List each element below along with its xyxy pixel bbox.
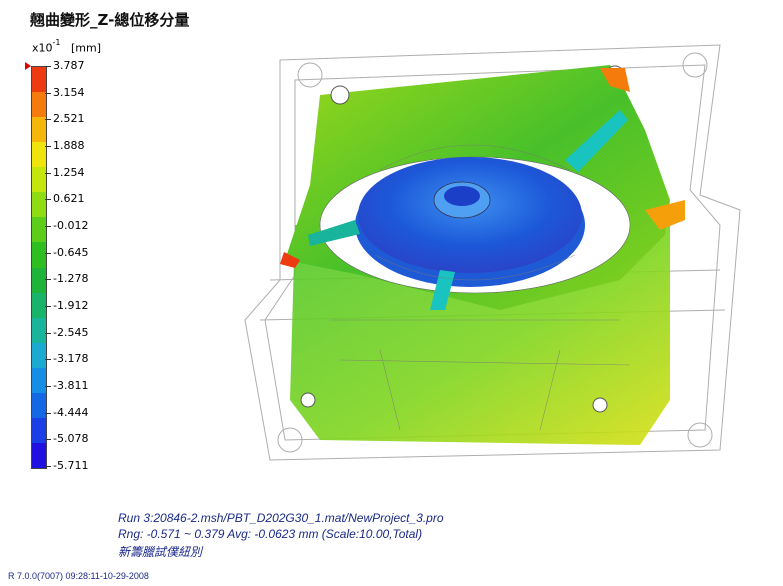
legend-color-band	[32, 167, 46, 193]
legend-color-band	[32, 117, 46, 143]
group-info-line: 新籌臘試僕紐別	[118, 545, 203, 559]
legend-tick	[45, 332, 51, 334]
legend-tick	[45, 279, 51, 281]
version-timestamp: R 7.0.0(7007) 09:28:11-10-29-2008	[8, 571, 149, 581]
legend-color-band	[32, 442, 46, 468]
legend-tick	[45, 306, 51, 307]
legend-tick	[45, 466, 51, 467]
legend-tick	[45, 226, 51, 227]
legend-color-band	[32, 142, 46, 168]
legend-color-band	[32, 292, 46, 318]
fan-model-drawing	[244, 44, 741, 461]
legend-tick-label: 0.621	[53, 192, 85, 206]
legend-tick-label: -1.278	[53, 272, 89, 286]
legend-color-band	[32, 92, 46, 118]
legend-tick-label: -5.711	[53, 459, 89, 472]
legend-tick-label: -4.444	[53, 405, 89, 419]
legend-color-band	[32, 317, 46, 343]
legend-color-band	[32, 342, 46, 368]
legend-tick-label: -0.012	[53, 219, 89, 232]
range-info-line: Rng: -0.571 ~ 0.379 Avg: -0.0623 mm (Sca…	[118, 527, 423, 541]
legend-tick-label: 1.888	[53, 139, 85, 152]
run-info-line: Run 3:20846-2.msh/PBT_D202G30_1.mat/NewP…	[118, 511, 444, 525]
legend-color-band	[32, 267, 46, 293]
result-title: 翹曲變形_Z-總位移分量	[30, 11, 190, 29]
legend-tick-label: 2.521	[53, 112, 85, 126]
legend-tick	[45, 252, 51, 254]
legend-tick	[45, 359, 51, 361]
legend-tick-label: 1.254	[53, 165, 85, 179]
legend-tick-label: -3.178	[53, 352, 89, 366]
legend-tick	[45, 119, 51, 121]
legend-tick	[45, 92, 51, 94]
legend-tick-label: -5.078	[53, 432, 89, 446]
legend-color-band	[32, 367, 46, 393]
legend-tick-label: -1.912	[53, 299, 89, 312]
legend-tick-label: -3.811	[53, 379, 89, 392]
unit-exponent: -1	[52, 38, 61, 47]
legend-color-band	[32, 242, 46, 268]
legend-tick	[45, 439, 51, 441]
legend-color-band	[32, 192, 46, 218]
unit-base: x10	[32, 41, 53, 55]
legend-tick-label: -0.645	[53, 245, 89, 259]
legend-tick	[45, 412, 51, 414]
unit-label: [mm]	[71, 41, 102, 55]
color-legend-bar	[31, 66, 47, 469]
3d-model-view[interactable]	[200, 20, 760, 490]
legend-tick-label: 3.787	[53, 59, 85, 72]
legend-tick	[45, 172, 51, 174]
legend-tick	[45, 146, 51, 147]
legend-unit: x10-1 [mm]	[32, 38, 102, 55]
legend-tick	[45, 199, 51, 201]
legend-tick-label: -2.545	[53, 325, 89, 339]
legend-tick	[45, 386, 51, 387]
legend-color-band	[32, 417, 46, 443]
legend-tick-label: 3.154	[53, 85, 85, 99]
legend-color-band	[32, 392, 46, 418]
legend-color-band	[32, 67, 46, 93]
legend-color-band	[32, 217, 46, 243]
legend-tick	[45, 66, 51, 67]
